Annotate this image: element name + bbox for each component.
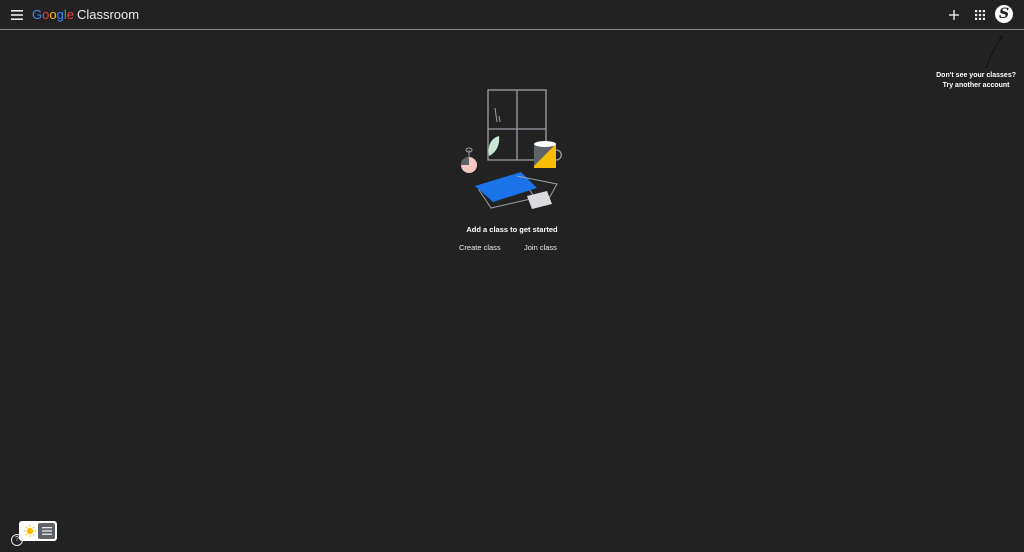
avatar-initial: S <box>998 6 1010 22</box>
help-button[interactable]: ? <box>11 534 23 546</box>
logo-letter: g <box>56 7 64 22</box>
hamburger-menu-icon <box>11 10 23 20</box>
account-avatar[interactable]: S <box>995 5 1013 23</box>
account-hint-arrow-icon <box>985 35 1003 69</box>
logo-letter: e <box>66 7 74 22</box>
theme-dark-option[interactable] <box>38 523 55 539</box>
document-icon <box>41 527 52 535</box>
theme-toggle[interactable] <box>19 521 57 541</box>
google-apps-button[interactable] <box>971 6 989 24</box>
account-hint-question: Don't see your classes? <box>936 72 1016 79</box>
apps-grid-icon <box>975 10 985 20</box>
plus-icon <box>949 10 959 20</box>
logo-letter: o <box>49 7 57 22</box>
theme-light-option[interactable] <box>21 523 38 539</box>
sun-icon <box>23 525 36 537</box>
logo-letter: G <box>32 7 43 22</box>
try-another-account-link[interactable]: Try another account <box>936 81 1016 91</box>
google-classroom-logo[interactable]: Google Classroom <box>32 7 139 23</box>
account-hint: Don't see your classes? Try another acco… <box>936 71 1016 91</box>
create-class-button[interactable]: Create class <box>459 243 501 252</box>
main-menu-button[interactable] <box>8 6 26 24</box>
empty-state-message: Add a class to get started <box>466 225 558 234</box>
product-name: Classroom <box>76 7 140 22</box>
join-class-button[interactable]: Join class <box>524 243 557 252</box>
create-or-join-class-button[interactable] <box>945 6 963 24</box>
top-app-bar: Google Classroom S <box>0 0 1024 30</box>
empty-classroom-illustration <box>461 89 562 209</box>
